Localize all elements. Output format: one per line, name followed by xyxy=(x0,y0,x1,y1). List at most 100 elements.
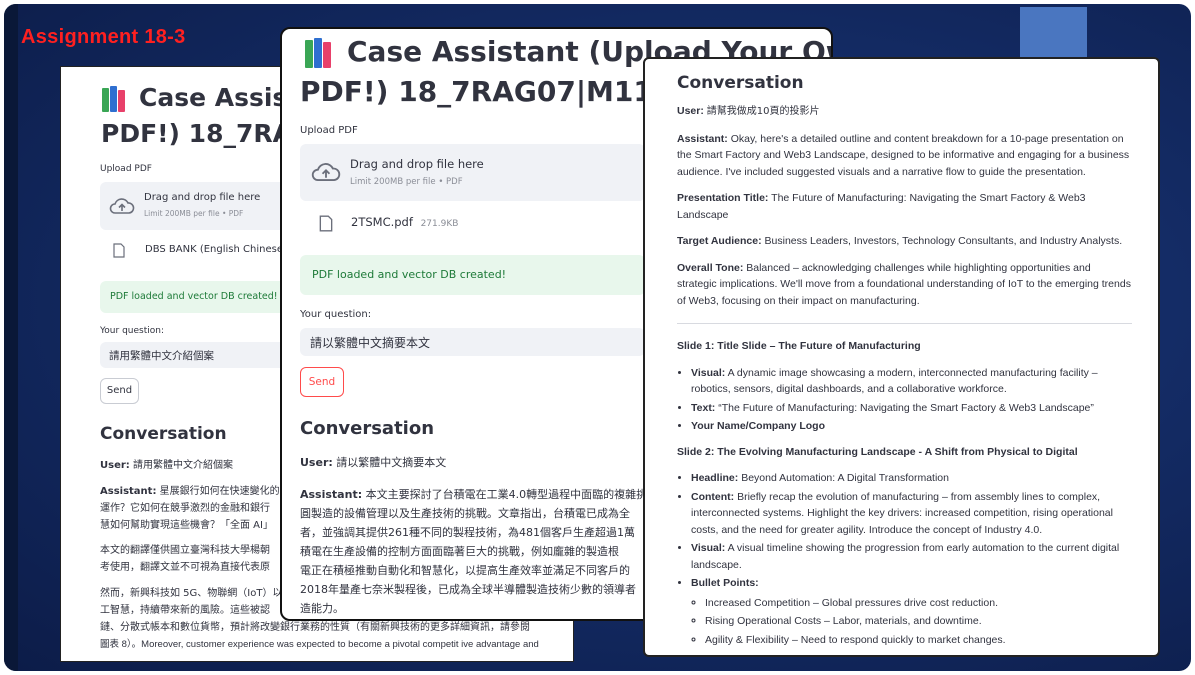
overall-tone: Overall Tone: Balanced – acknowledging c… xyxy=(677,260,1132,310)
paragraph-line: 鏈、分散式帳本和數位貨幣，預計將改變銀行業務的性質（有關新興技術的更多詳細資訊，… xyxy=(100,622,530,633)
list-item: Headline: Beyond Automation: A Digital T… xyxy=(691,470,1132,487)
conversation-heading: Conversation xyxy=(300,418,435,439)
paragraph-translation-note: 本文的翻譯僅供國立臺灣科技大學楊朝 考使用，翻譯文並不可視為直接代表原 xyxy=(100,542,270,576)
assistant-message: Assistant: Okay, here's a detailed outli… xyxy=(677,131,1132,181)
assistant-message: Assistant: 星展銀行如何在快速變化的銀 運作？它如何在競爭激烈的金融和… xyxy=(100,483,290,534)
list-item: Visual: A dynamic image showcasing a mod… xyxy=(691,365,1132,398)
books-icon xyxy=(101,86,131,112)
file-dropzone[interactable]: Drag and drop file here Limit 200MB per … xyxy=(100,182,290,230)
assistant-prefix: Assistant: xyxy=(300,488,363,501)
assistant-line: 2018年量產七奈米製程後，已成為全球半導體製造技術少數的領導者 xyxy=(300,583,636,596)
bullet-text: Briefly recap the evolution of manufactu… xyxy=(691,490,1113,536)
drop-main-text: Drag and drop file here xyxy=(144,192,261,203)
file-size: 271.9KB xyxy=(420,219,459,229)
cloud-upload-icon xyxy=(311,163,341,181)
question-input[interactable]: 請用繁體中文介紹個案 xyxy=(100,342,290,368)
assistant-line: 星展銀行如何在快速變化的銀 xyxy=(159,486,290,497)
upload-label: Upload PDF xyxy=(100,164,152,174)
bullet-label: Text: xyxy=(691,401,716,414)
sub-bullets: Increased Competition – Global pressures… xyxy=(691,595,1132,649)
field-label: Target Audience: xyxy=(677,235,762,247)
file-icon xyxy=(319,215,333,232)
paragraph-line: 圖表 8）。Moreover, customer experience was … xyxy=(100,639,539,650)
question-value: 請以繁體中文摘要本文 xyxy=(310,336,431,350)
list-item: Your Name/Company Logo xyxy=(691,418,1132,435)
drop-main-text: Drag and drop file here xyxy=(350,157,484,171)
bullet-label: Visual: xyxy=(691,542,726,554)
user-message: User: 請以繁體中文摘要本文 xyxy=(300,454,446,470)
paragraph-line: 考使用，翻譯文並不可視為直接代表原 xyxy=(100,562,270,573)
success-alert: PDF loaded and vector DB created! xyxy=(100,281,290,313)
success-text: PDF loaded and vector DB created! xyxy=(312,268,507,281)
list-item: Visual: A visual timeline showing the pr… xyxy=(691,540,1132,573)
assistant-line: 運作？它如何在競爭激烈的金融和銀行 xyxy=(100,503,270,514)
question-input[interactable]: 請以繁體中文摘要本文 xyxy=(300,328,645,356)
user-prefix: User: xyxy=(300,456,333,469)
question-label: Your question: xyxy=(300,309,372,320)
sub-list-item: Rising Operational Costs – Labor, materi… xyxy=(705,613,1132,630)
presentation-slide: Assignment 18-3 Case Assist PDF!) 18_7RA… xyxy=(0,0,1195,675)
paragraph-line: 本文的翻譯僅供國立臺灣科技大學楊朝 xyxy=(100,545,270,556)
assistant-line: 圓製造的設備管理以及生產技術的挑戰。文章指出，台積電已成為全 xyxy=(300,507,630,520)
field-label: Presentation Title: xyxy=(677,192,769,204)
page-title: Case Assist xyxy=(101,83,299,112)
assignment-tag: Assignment 18-3 xyxy=(21,26,186,48)
user-message: User: 請用繁體中文介紹個案 xyxy=(100,456,233,471)
bullet-label: Headline: xyxy=(691,472,739,484)
drop-sub-text: Limit 200MB per file • PDF xyxy=(144,209,244,218)
field-value: Business Leaders, Investors, Technology … xyxy=(764,235,1123,247)
uploaded-file: 2TSMC.pdf 271.9KB xyxy=(319,215,459,232)
file-icon xyxy=(113,243,125,258)
list-item: Text: “The Future of Manufacturing: Navi… xyxy=(691,400,1132,417)
user-text: 請幫我做成10頁的投影片 xyxy=(706,106,820,117)
assistant-text: Okay, here's a detailed outline and cont… xyxy=(677,132,1130,178)
question-label: Your question: xyxy=(100,326,164,336)
bullet-label: Bullet Points: xyxy=(691,577,759,589)
slide1-bullets: Visual: A dynamic image showcasing a mod… xyxy=(677,365,1132,435)
assistant-prefix: Assistant: xyxy=(100,486,157,497)
uploaded-file: DBS BANK (English Chinese Tra xyxy=(113,243,302,258)
sub-list-item: Agility & Flexibility – Need to respond … xyxy=(705,632,1132,649)
user-prefix: User: xyxy=(677,105,704,117)
bullet-text: A dynamic image showcasing a modern, int… xyxy=(691,366,1098,396)
drop-sub-text: Limit 200MB per file • PDF xyxy=(350,177,463,187)
cloud-upload-icon xyxy=(109,198,135,214)
user-text: 請以繁體中文摘要本文 xyxy=(336,456,447,469)
file-name: 2TSMC.pdf xyxy=(351,215,413,229)
upload-label: Upload PDF xyxy=(300,125,358,136)
app-window-slides: Conversation User: 請幫我做成10頁的投影片 Assistan… xyxy=(643,57,1160,657)
slide2-bullets: Headline: Beyond Automation: A Digital T… xyxy=(677,470,1132,648)
bullet-text: A visual timeline showing the progressio… xyxy=(691,542,1120,571)
user-text: 請用繁體中文介紹個案 xyxy=(132,460,233,471)
assistant-line: 造能力。 xyxy=(300,602,344,615)
field-value: Balanced – acknowledging challenges whil… xyxy=(677,261,1131,307)
assistant-line: 電正在積極推動自動化和智慧化，以提高生產效率並滿足不同客戶的 xyxy=(300,564,630,577)
file-name: DBS BANK (English Chinese Tra xyxy=(145,244,302,255)
send-button[interactable]: Send xyxy=(300,367,344,397)
assistant-line: 者，並強調其提供261種不同的製程技術，為481個客戶生產超過1萬 xyxy=(300,526,635,539)
bullet-label: Your Name/Company Logo xyxy=(691,420,825,432)
send-button[interactable]: Send xyxy=(100,378,139,404)
conversation-heading: Conversation xyxy=(677,73,804,93)
presentation-title: Presentation Title: The Future of Manufa… xyxy=(677,190,1132,223)
success-alert: PDF loaded and vector DB created! xyxy=(300,255,645,295)
target-audience: Target Audience: Business Leaders, Inves… xyxy=(677,233,1132,250)
bullet-label: Visual: xyxy=(691,366,726,379)
divider xyxy=(677,323,1132,324)
books-icon xyxy=(304,38,338,68)
user-prefix: User: xyxy=(100,460,130,471)
list-item: Bullet Points: Increased Competition – G… xyxy=(691,575,1132,648)
bullet-label: Content: xyxy=(691,490,735,503)
question-value: 請用繁體中文介紹個案 xyxy=(109,350,214,362)
file-dropzone[interactable]: Drag and drop file here Limit 200MB per … xyxy=(300,144,645,201)
page-title-line2: PDF!) 18_7RAG07|M1130 xyxy=(300,75,692,108)
success-text: PDF loaded and vector DB created! xyxy=(110,291,278,302)
sub-list-item: Increased Competition – Global pressures… xyxy=(705,595,1132,612)
user-message: User: 請幫我做成10頁的投影片 xyxy=(677,103,1132,121)
field-label: Overall Tone: xyxy=(677,261,744,274)
slide1-heading: Slide 1: Title Slide – The Future of Man… xyxy=(677,340,921,352)
slide2-heading: Slide 2: The Evolving Manufacturing Land… xyxy=(677,445,1078,458)
bullet-text: Beyond Automation: A Digital Transformat… xyxy=(741,472,949,484)
conversation-heading: Conversation xyxy=(100,424,227,444)
assistant-line: 慧如何幫助實現這些機會？「全面 AI」 xyxy=(100,520,273,531)
